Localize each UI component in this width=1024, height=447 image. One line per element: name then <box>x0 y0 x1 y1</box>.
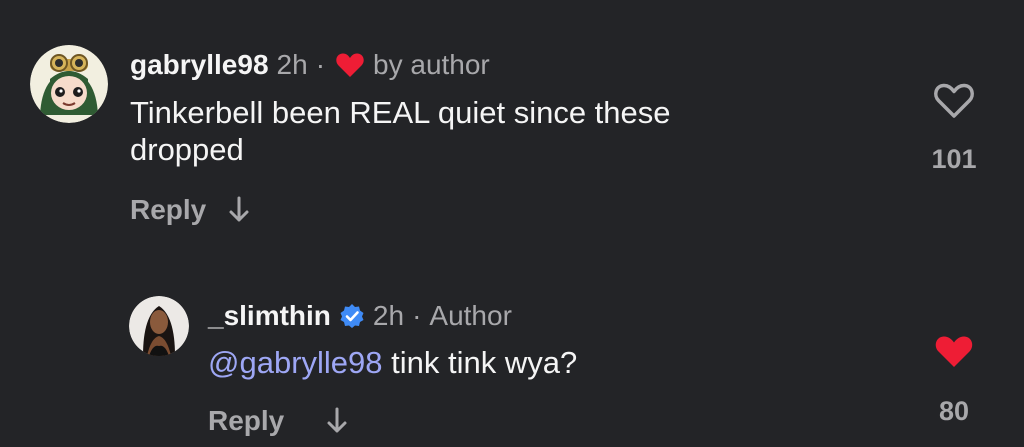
avatar-slimthin[interactable] <box>129 296 189 356</box>
heart-filled-icon[interactable] <box>933 332 975 370</box>
comment-text: @gabrylle98 tink tink wya? <box>208 344 858 381</box>
reply-button[interactable]: Reply <box>208 405 284 437</box>
author-label: Author <box>429 300 512 331</box>
separator-dot: · <box>412 300 422 331</box>
username[interactable]: gabrylle98 <box>130 49 269 81</box>
timestamp: 2h <box>372 300 405 331</box>
comment-text: Tinkerbell been REAL quiet since these d… <box>130 95 671 168</box>
reply-row: Reply <box>130 193 250 227</box>
comment-body: tink tink wya? <box>382 345 578 380</box>
comment-header: gabrylle98 2h · by author <box>130 48 490 82</box>
like-column: 80 <box>920 332 988 427</box>
arrow-down-icon[interactable] <box>228 196 250 224</box>
liked-by-author-label: by author <box>373 49 490 80</box>
heart-outline-icon[interactable] <box>933 82 975 120</box>
reply-row: Reply <box>208 404 348 438</box>
like-count: 80 <box>938 396 970 426</box>
mention-link[interactable]: @gabrylle98 <box>208 345 383 380</box>
arrow-down-icon[interactable] <box>326 407 348 435</box>
timestamp: 2h <box>276 49 308 80</box>
comment-header: _slimthin 2h · Author <box>208 299 512 333</box>
heart-icon <box>335 52 365 78</box>
avatar-gabrylle98[interactable] <box>30 45 108 123</box>
separator-dot: · <box>315 49 326 80</box>
like-count: 101 <box>931 144 977 174</box>
like-column: 101 <box>920 82 988 175</box>
comment-gabrylle98: gabrylle98 2h · by author Tinkerbell bee… <box>0 0 1024 250</box>
reply-button[interactable]: Reply <box>130 194 206 226</box>
username[interactable]: _slimthin <box>208 300 331 332</box>
comment-slimthin: _slimthin 2h · Author @gabrylle98 tink t… <box>0 280 1024 447</box>
verified-badge-icon <box>339 303 365 329</box>
